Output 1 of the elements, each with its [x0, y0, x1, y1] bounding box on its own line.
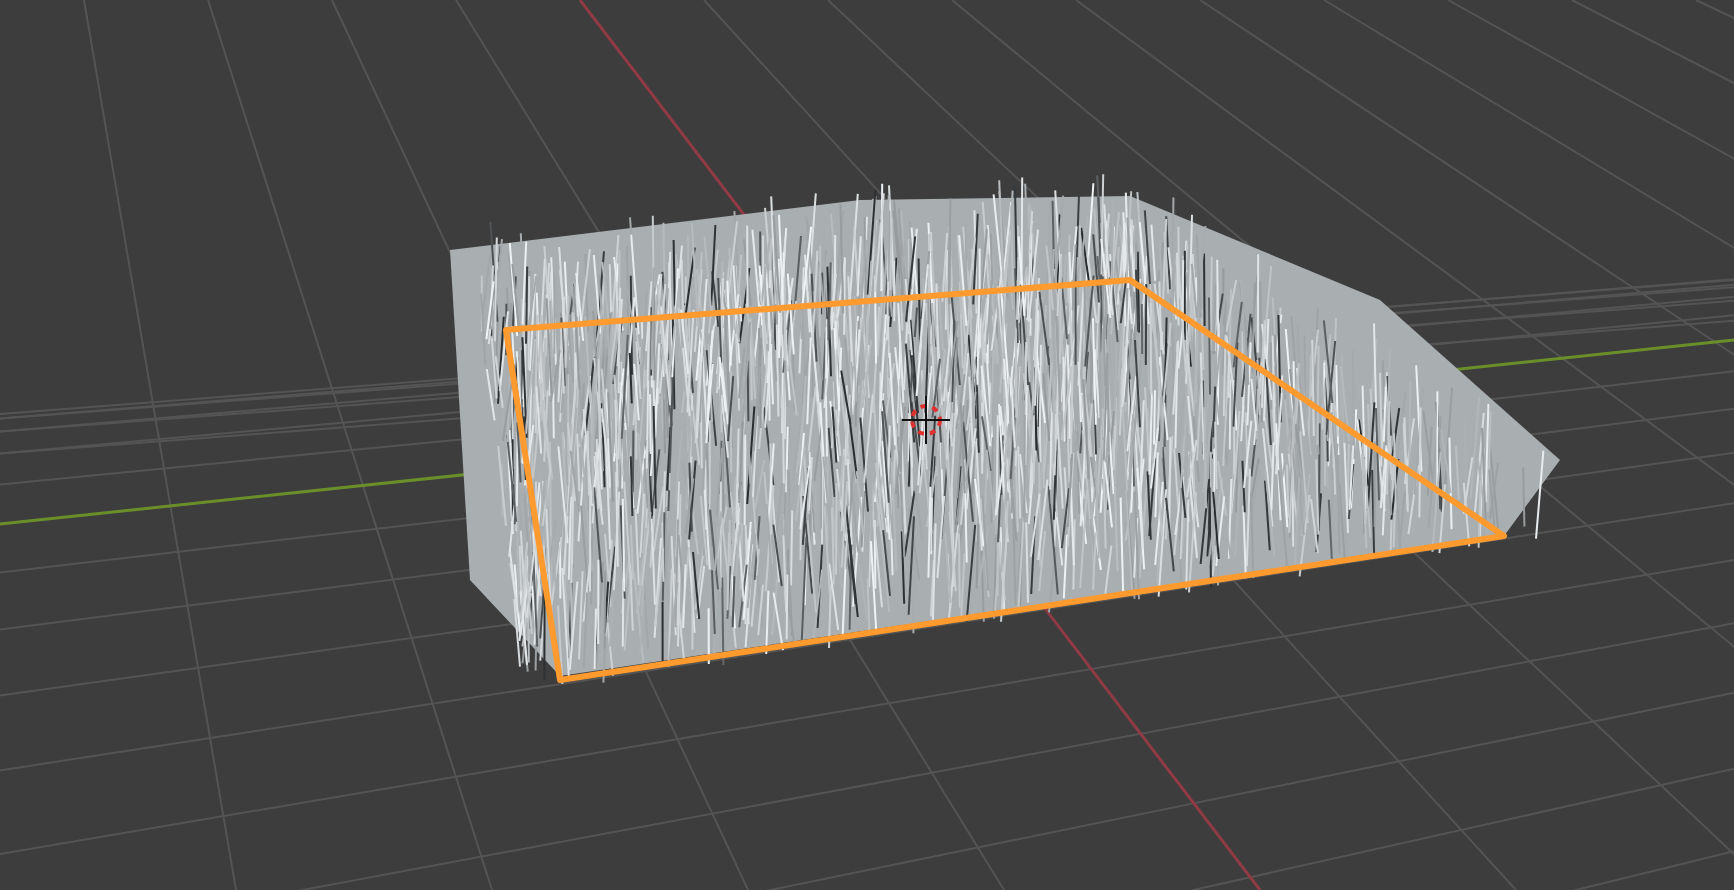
cursor-icon	[901, 395, 951, 445]
